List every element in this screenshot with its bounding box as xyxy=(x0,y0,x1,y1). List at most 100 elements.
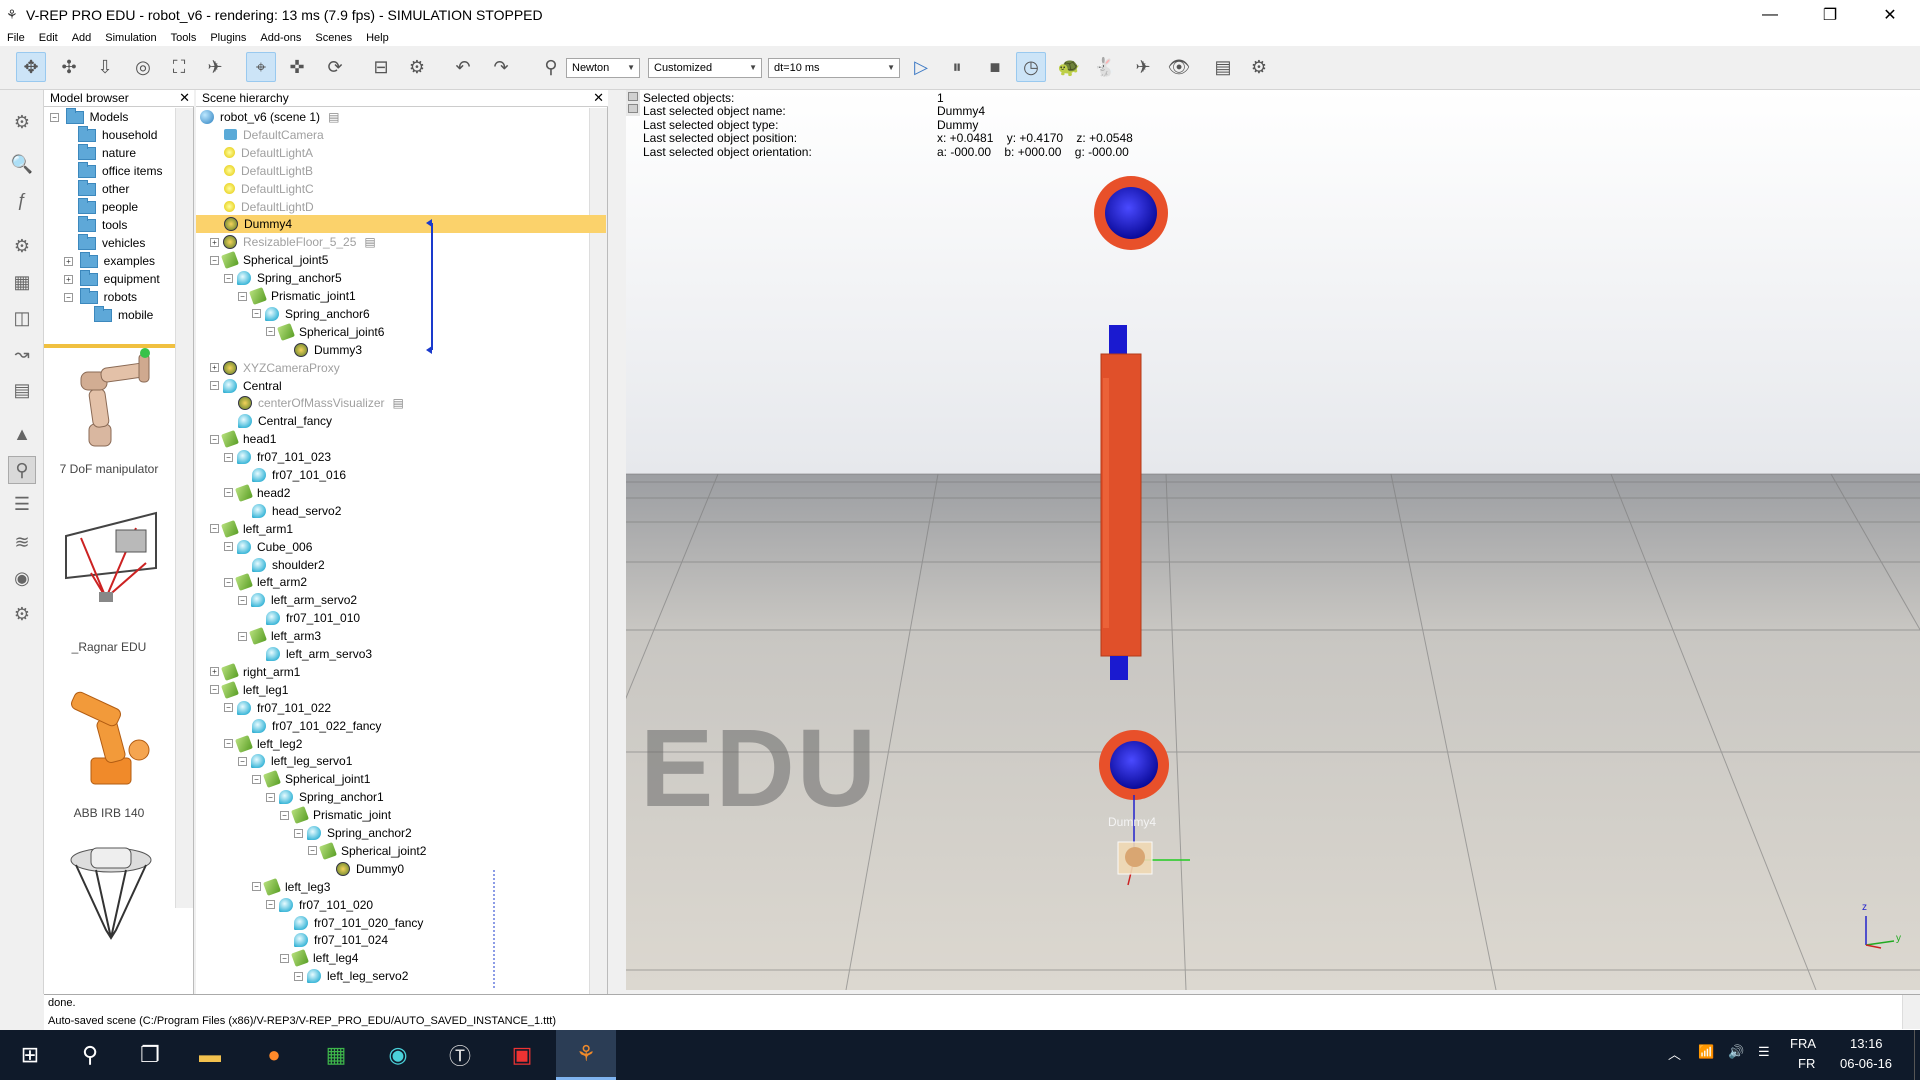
scene-tree-row[interactable]: − Prismatic_joint xyxy=(280,806,391,825)
slow-down-icon[interactable]: 🐢 xyxy=(1054,52,1084,82)
scene-tree-row[interactable]: − Spring_anchor2 xyxy=(294,824,412,842)
scene-hierarchy-toggle-icon[interactable]: ☰ xyxy=(8,490,36,518)
volume-icon[interactable]: 🔊 xyxy=(1728,1044,1744,1060)
click-select-icon[interactable]: ⌖ xyxy=(246,52,276,82)
video-recorder-icon[interactable]: ◉ xyxy=(8,564,36,592)
collapse-icon[interactable]: − xyxy=(238,595,247,605)
input-language-bottom[interactable]: FR xyxy=(1798,1056,1815,1071)
collapse-icon[interactable]: − xyxy=(224,577,233,587)
collapse-icon[interactable]: − xyxy=(280,810,289,820)
collapse-icon[interactable]: − xyxy=(294,828,303,838)
collapse-icon[interactable]: − xyxy=(224,452,233,462)
collapse-icon[interactable]: − xyxy=(238,756,247,766)
scene-tree-row[interactable]: + right_arm1 xyxy=(210,662,300,681)
collapse-icon[interactable]: − xyxy=(252,309,261,319)
camera-fly-icon[interactable]: ✈ xyxy=(200,52,230,82)
script-icon[interactable]: ▤ xyxy=(328,110,339,124)
scene-tree-row[interactable]: − head2 xyxy=(224,483,290,502)
play-icon[interactable]: ▷ xyxy=(906,52,936,82)
task-view-icon[interactable]: ❐ xyxy=(120,1030,180,1080)
calculation-modules-icon[interactable]: ▦ xyxy=(8,268,36,296)
scene-tree-row[interactable]: Dummy0 xyxy=(336,860,404,878)
spreadsheet-icon[interactable]: ▦ xyxy=(306,1030,366,1080)
vrep-taskbar-icon[interactable]: ⚘ xyxy=(556,1030,616,1080)
scene-tree-row[interactable]: − Spherical_joint2 xyxy=(308,841,426,860)
expand-icon[interactable]: + xyxy=(64,274,73,284)
collapse-icon[interactable]: − xyxy=(280,953,289,963)
collapse-icon[interactable]: − xyxy=(224,739,233,748)
stop-icon[interactable]: ■ xyxy=(980,52,1010,82)
menu-scenes[interactable]: Scenes xyxy=(308,32,359,44)
shape-edit-icon[interactable]: ▲ xyxy=(8,420,36,448)
collapse-icon[interactable]: − xyxy=(294,971,303,981)
camera-pan-icon[interactable]: ✥ xyxy=(16,52,46,82)
close-icon[interactable]: ✕ xyxy=(179,90,190,106)
camera-shift-icon[interactable]: ⇩ xyxy=(90,52,120,82)
tray-chevron-icon[interactable]: ︿ xyxy=(1668,1044,1681,1063)
collapse-icon[interactable]: − xyxy=(238,291,247,301)
scene-tree-row[interactable]: − left_arm_servo2 xyxy=(238,591,357,609)
scene-tree-row[interactable]: − Spring_anchor1 xyxy=(266,788,384,806)
tree-item-models[interactable]: − Models xyxy=(50,107,128,126)
undo-icon[interactable]: ↶ xyxy=(448,52,478,82)
user-settings-icon[interactable]: ⚙ xyxy=(8,600,36,628)
collapse-icon[interactable]: − xyxy=(210,255,219,265)
collapse-icon[interactable]: − xyxy=(210,685,219,695)
tex-editor-icon[interactable]: Ⓣ xyxy=(430,1030,490,1080)
scene-tree-row[interactable]: − left_arm3 xyxy=(238,627,321,646)
windows-start-icon[interactable]: ⊞ xyxy=(0,1030,60,1080)
object-properties-icon[interactable]: ⚙ xyxy=(8,232,36,260)
scene-tree-row[interactable]: Dummy3 xyxy=(294,341,362,359)
scene-tree-row[interactable]: − fr07_101_020 xyxy=(266,896,373,914)
collapse-icon[interactable]: − xyxy=(238,631,247,641)
scene-tree-row[interactable]: − left_leg3 xyxy=(252,877,330,896)
menu-add-ons[interactable]: Add-ons xyxy=(253,32,308,44)
scene-tree-row[interactable]: head_servo2 xyxy=(252,502,341,520)
scene-tree-row[interactable]: Dummy4 xyxy=(196,215,606,234)
tree-item-tools[interactable]: tools xyxy=(78,215,127,234)
expand-icon[interactable]: + xyxy=(64,256,73,266)
collapse-icon[interactable]: − xyxy=(224,703,233,713)
clock-time[interactable]: 13:16 xyxy=(1850,1036,1883,1051)
scene-tree-row[interactable]: − Spherical_joint5 xyxy=(210,251,328,270)
scene-tree-row[interactable]: − fr07_101_022 xyxy=(224,699,331,717)
function-icon[interactable]: ƒ xyxy=(8,186,36,214)
scene-tree-row[interactable]: left_arm_servo3 xyxy=(266,645,372,663)
camera-rotate-icon[interactable]: ✣ xyxy=(54,52,84,82)
scene-tree-row[interactable]: DefaultLightA xyxy=(224,144,313,162)
show-desktop-button[interactable] xyxy=(1914,1030,1920,1080)
scene-tree-row[interactable]: DefaultLightD xyxy=(224,198,314,216)
model-browser-scrollbar[interactable] xyxy=(175,108,193,908)
app-icon[interactable]: ◉ xyxy=(368,1030,428,1080)
3d-viewport[interactable]: EDU Dummy4 z y Selected objects: 1 Last … xyxy=(626,90,1920,990)
scene-tree-row[interactable]: + ResizableFloor_5_25 ▤ xyxy=(210,233,376,251)
scene-tree-row[interactable]: DefaultLightB xyxy=(224,162,313,180)
tree-item-equipment[interactable]: + equipment xyxy=(64,269,160,288)
tree-item-people[interactable]: people xyxy=(78,197,138,216)
console-scrollbar[interactable] xyxy=(1902,995,1920,1029)
collapse-icon[interactable]: − xyxy=(308,846,317,856)
collapse-icon[interactable]: − xyxy=(210,381,219,390)
scene-hierarchy-scrollbar[interactable] xyxy=(589,108,607,994)
scene-tree-row[interactable]: fr07_101_010 xyxy=(266,609,360,627)
scene-tree-row[interactable]: Central_fancy xyxy=(238,412,332,430)
scene-tree-row[interactable]: − head1 xyxy=(210,430,276,449)
scene-tree-row[interactable]: − left_leg_servo1 xyxy=(238,752,352,770)
menu-help[interactable]: Help xyxy=(359,32,396,44)
menu-add[interactable]: Add xyxy=(65,32,99,44)
visualization-icon[interactable]: 👁 xyxy=(1164,52,1194,82)
speed-up-icon[interactable]: 🐇 xyxy=(1090,52,1120,82)
collapse-icon[interactable]: − xyxy=(64,292,73,302)
close-button[interactable]: ✕ xyxy=(1860,0,1920,30)
path-icon[interactable]: ↝ xyxy=(8,340,36,368)
simulation-settings-icon[interactable]: ⚙ xyxy=(8,108,36,136)
tree-item-examples[interactable]: + examples xyxy=(64,251,155,270)
scene-tree-row[interactable]: + XYZCameraProxy xyxy=(210,359,340,377)
physics-engine-select[interactable]: Newton ▼ xyxy=(566,58,640,78)
page-selector-icon[interactable]: ⚙ xyxy=(1244,52,1274,82)
script-icon[interactable]: ▤ xyxy=(393,396,404,410)
tree-item-other[interactable]: other xyxy=(78,179,129,198)
scene-tree-row[interactable]: − Prismatic_joint1 xyxy=(238,287,356,305)
dynamics-toggle-icon[interactable]: ⚲ xyxy=(536,52,566,82)
scene-tree-row[interactable]: − Spherical_joint1 xyxy=(252,770,370,789)
